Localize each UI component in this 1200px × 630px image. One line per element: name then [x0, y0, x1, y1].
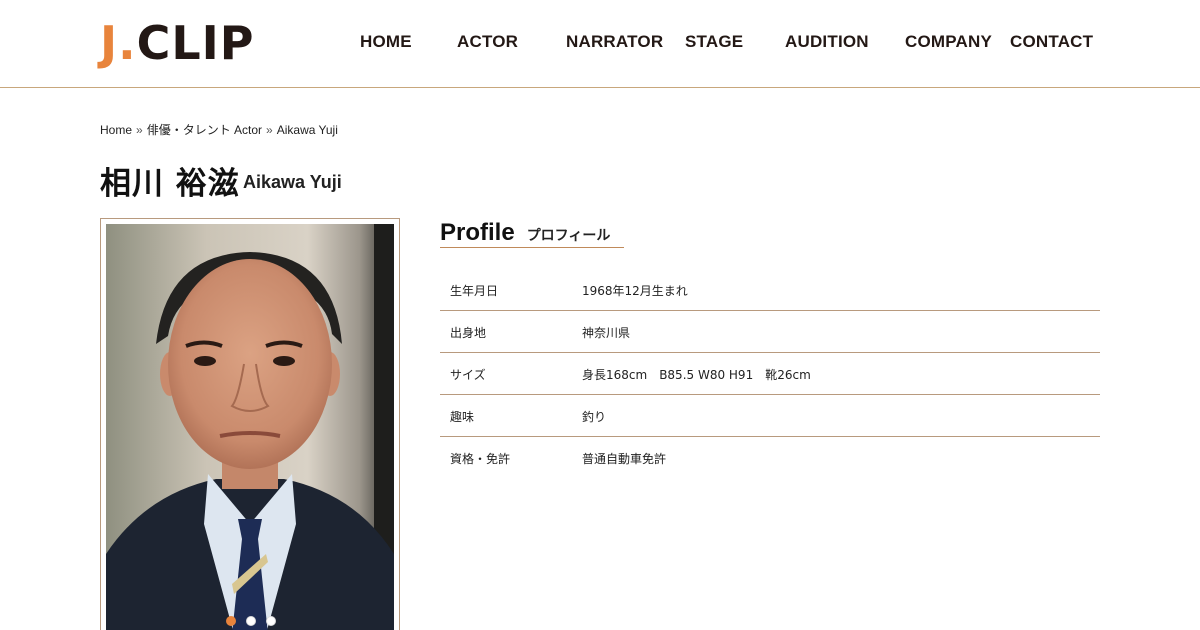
- breadcrumb-current: Aikawa Yuji: [276, 123, 338, 137]
- profile-photo[interactable]: [106, 224, 394, 630]
- photo-gallery: [100, 218, 400, 630]
- page-title: 相川 裕滋: [100, 166, 240, 202]
- nav-audition[interactable]: AUDITION: [785, 32, 869, 52]
- profile-row-license: 資格・免許 普通自動車免許: [440, 437, 1100, 479]
- profile-label: 生年月日: [450, 284, 499, 298]
- gallery-dot-3[interactable]: [266, 616, 276, 626]
- nav-actor[interactable]: ACTOR: [457, 32, 518, 52]
- profile-heading-en: Profile: [440, 219, 515, 246]
- portrait-illustration: [106, 224, 394, 630]
- nav-narrator[interactable]: NARRATOR: [566, 32, 663, 52]
- profile-row-hobby: 趣味 釣り: [440, 395, 1100, 437]
- profile-row-birthplace: 出身地 神奈川県: [440, 311, 1100, 353]
- profile-row-size: サイズ 身長168cm B85.5 W80 H91 靴26cm: [440, 353, 1100, 395]
- nav-home[interactable]: HOME: [360, 32, 412, 52]
- profile-value: 普通自動車免許: [582, 452, 667, 466]
- breadcrumb-separator: »: [266, 123, 273, 137]
- profile-row-birthdate: 生年月日 1968年12月生まれ: [440, 269, 1100, 311]
- page-subtitle: Aikawa Yuji: [243, 172, 342, 192]
- profile-value: 神奈川県: [582, 326, 631, 340]
- site-header: J. CLIP HOME ACTOR NARRATOR STAGE AUDITIO…: [0, 0, 1200, 88]
- profile-label: 趣味: [450, 410, 475, 424]
- breadcrumb-category[interactable]: 俳優・タレント Actor: [147, 123, 262, 137]
- gallery-dot-2[interactable]: [246, 616, 256, 626]
- breadcrumb-home[interactable]: Home: [100, 123, 132, 137]
- gallery-pagination: [101, 616, 401, 626]
- profile-label: サイズ: [450, 368, 486, 382]
- profile-table: 生年月日 1968年12月生まれ 出身地 神奈川県 サイズ 身長168cm B8…: [440, 269, 1100, 479]
- profile-heading-jp: プロフィール: [526, 228, 611, 244]
- nav-contact[interactable]: CONTACT: [1010, 32, 1093, 52]
- profile-heading: Profile プロフィール: [440, 219, 624, 248]
- main-nav: HOME ACTOR NARRATOR STAGE AUDITION COMPA…: [0, 0, 1200, 86]
- breadcrumb: Home» 俳優・タレント Actor» Aikawa Yuji: [100, 121, 338, 138]
- profile-value: 釣り: [582, 410, 607, 424]
- profile-value: 身長168cm B85.5 W80 H91 靴26cm: [582, 368, 811, 382]
- nav-stage[interactable]: STAGE: [685, 32, 743, 52]
- profile-label: 出身地: [450, 326, 487, 340]
- nav-company[interactable]: COMPANY: [905, 32, 992, 52]
- breadcrumb-separator: »: [136, 123, 143, 137]
- profile-label: 資格・免許: [450, 452, 511, 466]
- profile-value: 1968年12月生まれ: [582, 284, 688, 298]
- gallery-dot-1[interactable]: [226, 616, 236, 626]
